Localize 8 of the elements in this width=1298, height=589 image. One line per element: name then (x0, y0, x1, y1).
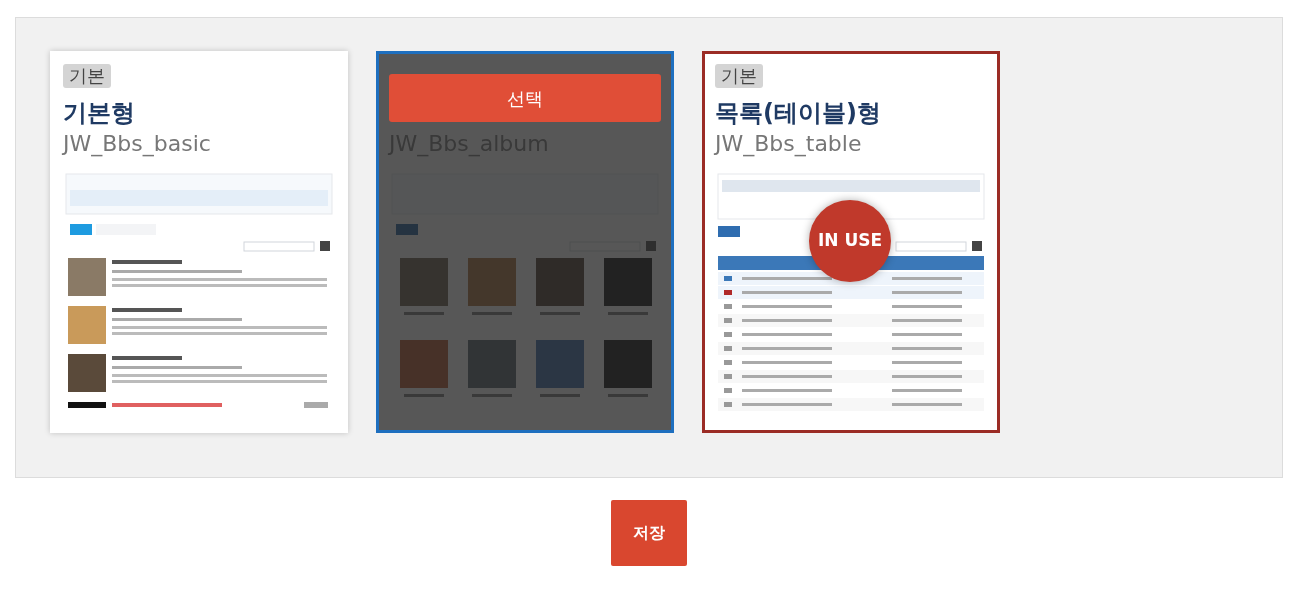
skin-title: 목록(테이블)형 (715, 98, 882, 128)
skin-code: JW_Bbs_table (715, 130, 863, 158)
select-button[interactable]: 선택 (389, 74, 661, 122)
skin-code: JW_Bbs_basic (63, 130, 212, 158)
category-tag: 기본 (63, 64, 111, 88)
category-tag: 기본 (715, 64, 763, 88)
skin-title: 기본형 (63, 98, 136, 128)
save-button[interactable]: 저장 (611, 500, 687, 566)
